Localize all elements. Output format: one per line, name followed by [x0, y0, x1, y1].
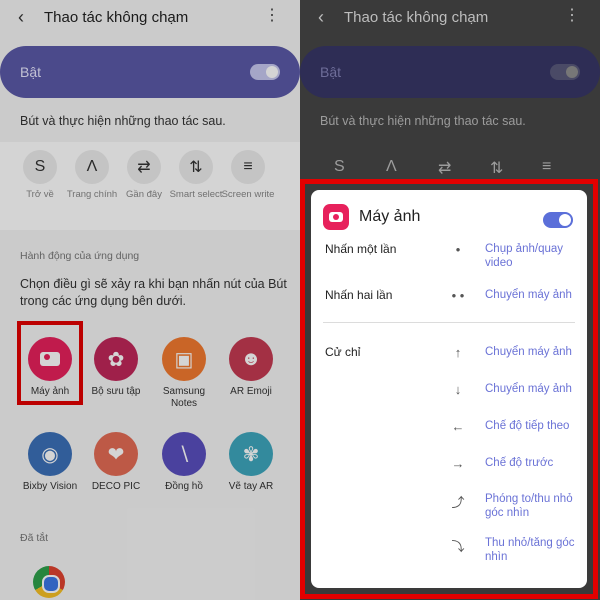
back-icon[interactable]: ‹	[318, 7, 340, 28]
action-value[interactable]: Chế độ tiếp theo	[485, 419, 581, 433]
app-samsung-notes[interactable]: ▣ Samsung Notes	[149, 337, 219, 410]
instruction-text: Bút và thực hiện những thao tác sau.	[320, 114, 526, 128]
app-name: Bixby Vision	[22, 481, 78, 492]
arrow-down-icon: ↓	[454, 382, 462, 397]
trigger-label: Nhấn hai lần	[325, 288, 393, 302]
single-dot-icon: •	[455, 242, 461, 257]
action-value[interactable]: Chuyển máy ảnh	[485, 288, 581, 302]
action-value[interactable]: Thu nhỏ/tăng góc nhìn	[485, 536, 581, 564]
gesture-screen-write-icon: ≡	[542, 158, 552, 175]
app-name: Đồng hồ	[165, 481, 203, 492]
page-title: Thao tác không chạm	[44, 8, 189, 26]
gesture-smart-select-icon: ⇅	[179, 150, 213, 184]
gesture-recent-icon: ⇄	[438, 160, 452, 177]
app-bixby-vision[interactable]: ◉ Bixby Vision	[15, 432, 85, 493]
clock-icon: ∖	[162, 432, 206, 476]
gesture-actions-panel: S Trở về Λ Trang chính ⇄ Gần đây ⇅ Smart…	[0, 142, 300, 230]
action-value[interactable]: Chế độ trước	[485, 456, 581, 470]
gesture-screen-write-icon: ≡	[231, 150, 265, 184]
arrow-right-icon: →	[451, 456, 465, 471]
gesture-label: Gần đây	[126, 189, 162, 200]
arrow-left-icon: ←	[451, 419, 465, 434]
app-bar: ‹ Thao tác không chạm ⋮	[0, 0, 300, 34]
action-value[interactable]: Chuyển máy ảnh	[485, 382, 581, 396]
app-bar: ‹ Thao tác không chạm ⋮	[300, 0, 600, 34]
settings-screen: ‹ Thao tác không chạm ⋮ Bật Bút và thực …	[0, 0, 300, 600]
gesture-recent[interactable]: ⇄ Gần đây	[116, 150, 172, 200]
gesture-label: Trở về	[26, 189, 54, 200]
app-name: DECO PIC	[91, 481, 141, 492]
back-icon[interactable]: ‹	[18, 7, 40, 28]
page-title: Thao tác không chạm	[344, 8, 489, 26]
gesture-home-icon: Λ	[75, 150, 109, 184]
ar-doodle-icon: ✾	[229, 432, 273, 476]
deco-pic-icon: ❤	[94, 432, 138, 476]
app-actions-description: Chọn điều gì sẽ xảy ra khi bạn nhấn nút …	[20, 277, 287, 308]
instruction-text: Bút và thực hiện những thao tác sau.	[20, 114, 226, 128]
gesture-back[interactable]: S Trở về	[12, 150, 68, 200]
dialog-header: Máy ảnh	[323, 204, 420, 230]
camera-highlight-box	[17, 321, 83, 405]
circle-clockwise-icon: ⤴	[451, 495, 465, 510]
gesture-home[interactable]: Λ Trang chính	[64, 150, 120, 200]
gesture-back-icon: S	[334, 158, 345, 175]
bixby-vision-icon: ◉	[28, 432, 72, 476]
more-options-icon[interactable]: ⋮	[564, 8, 580, 24]
master-toggle-row[interactable]: Bật	[300, 46, 600, 98]
double-dot-icon: • •	[451, 288, 465, 303]
app-name: Bộ sưu tập	[91, 386, 141, 397]
dialog-enable-toggle[interactable]	[543, 212, 573, 228]
app-gallery[interactable]: ✿ Bộ sưu tập	[81, 337, 151, 398]
master-toggle-label: Bật	[20, 64, 42, 80]
app-name: AR Emoji	[230, 386, 272, 397]
master-toggle-switch[interactable]	[550, 64, 580, 80]
gesture-label: Trang chính	[66, 189, 118, 200]
gesture-screen-write[interactable]: ≡ Screen write	[220, 150, 276, 200]
notes-icon: ▣	[162, 337, 206, 381]
arrow-up-icon: ↑	[454, 345, 462, 360]
dialog-title: Máy ảnh	[359, 208, 421, 225]
gesture-back-icon: S	[23, 150, 57, 184]
master-toggle-switch[interactable]	[250, 64, 280, 80]
divider	[323, 322, 575, 323]
ar-emoji-icon: ☻	[229, 337, 273, 381]
chrome-icon[interactable]	[33, 566, 65, 598]
camera-actions-dialog: Máy ảnh Nhấn một lần • Chụp ảnh/quay vid…	[311, 190, 587, 588]
app-clock[interactable]: ∖ Đồng hồ	[149, 432, 219, 493]
gesture-smart-select[interactable]: ⇅ Smart select	[168, 150, 224, 200]
gesture-section-label: Cử chỉ	[325, 345, 361, 359]
app-name: Samsung Notes	[162, 386, 206, 409]
gesture-home-icon: Λ	[386, 158, 397, 175]
action-value[interactable]: Chụp ảnh/quay video	[485, 242, 581, 270]
app-deco-pic[interactable]: ❤ DECO PIC	[81, 432, 151, 493]
gesture-label: Screen write	[221, 189, 275, 200]
circle-counterclockwise-icon: ⤵	[451, 539, 465, 554]
master-toggle-row[interactable]: Bật	[0, 46, 300, 98]
action-value[interactable]: Phóng to/thu nhỏ góc nhìn	[485, 492, 581, 520]
action-value[interactable]: Chuyển máy ảnh	[485, 345, 581, 359]
section-title-disabled: Đã tắt	[20, 532, 49, 544]
app-ar-emoji[interactable]: ☻ AR Emoji	[216, 337, 286, 398]
camera-icon	[323, 204, 349, 230]
app-name: Vẽ tay AR	[228, 481, 274, 492]
gesture-smart-select-icon: ⇅	[490, 160, 504, 177]
dialog-highlight-frame: Máy ảnh Nhấn một lần • Chụp ảnh/quay vid…	[300, 179, 598, 599]
master-toggle-label: Bật	[320, 64, 342, 80]
section-title-app-actions: Hành động của ứng dụng	[20, 250, 140, 262]
app-ar-doodle[interactable]: ✾ Vẽ tay AR	[216, 432, 286, 493]
trigger-label: Nhấn một lần	[325, 242, 397, 256]
gesture-label: Smart select	[169, 189, 223, 200]
gesture-recent-icon: ⇄	[127, 150, 161, 184]
gallery-icon: ✿	[94, 337, 138, 381]
more-options-icon[interactable]: ⋮	[264, 8, 280, 24]
